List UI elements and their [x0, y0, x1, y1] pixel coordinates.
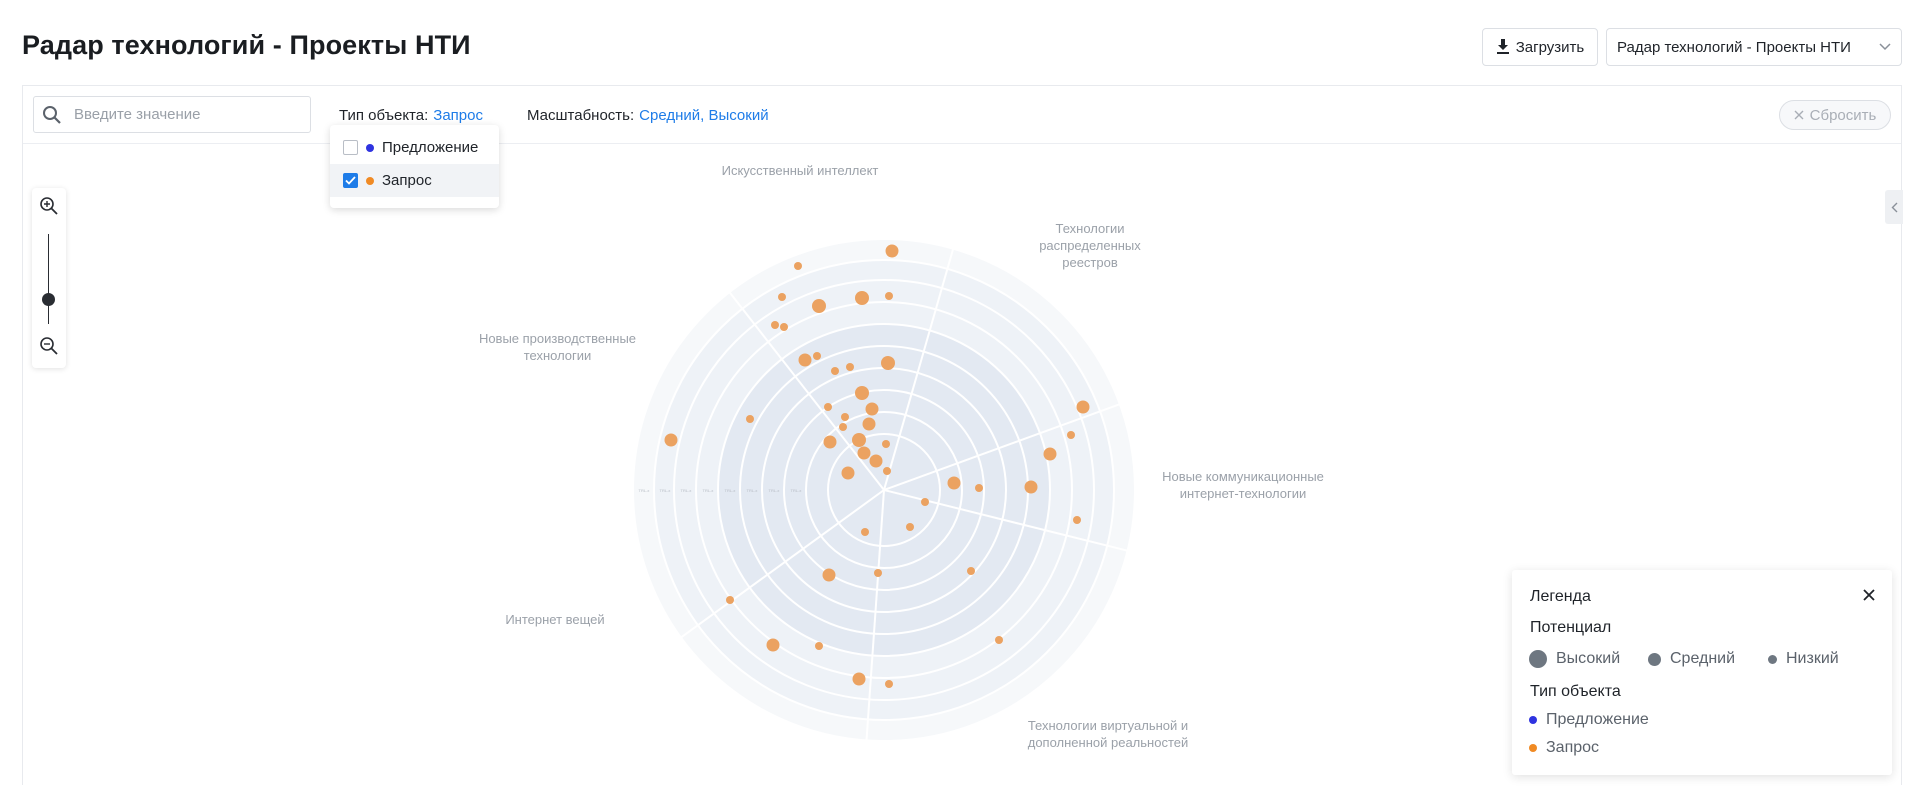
- legend-type-proposal: Предложение: [1529, 711, 1649, 729]
- radar-data-point: [947, 476, 961, 490]
- sector-label-distributed-ledger: Технологии распределенных реестров: [1039, 221, 1141, 270]
- radar-data-point: [794, 262, 802, 270]
- radar-data-point: [664, 433, 678, 447]
- legend-item-label: Высокий: [1556, 650, 1621, 667]
- request-dot: [366, 176, 374, 185]
- legend-proposal-dot: [1529, 716, 1537, 724]
- sector-label-communication: Новые коммуникационные интернет-технолог…: [1162, 469, 1324, 501]
- radar-data-point: [852, 672, 866, 686]
- legend-marker-medium: [1648, 652, 1661, 666]
- legend-item-label: Предложение: [1546, 711, 1649, 728]
- ring-tick-label: TRL-x: [681, 488, 692, 493]
- radar-data-point: [823, 435, 837, 449]
- legend-potential-high: Высокий: [1529, 650, 1620, 668]
- ring-tick-label: TRL-x: [660, 488, 671, 493]
- ring-tick-label: TRL-x: [791, 488, 802, 493]
- zoom-slider-thumb[interactable]: [42, 293, 55, 306]
- legend-item-label: Средний: [1670, 650, 1736, 667]
- radar-data-point: [1073, 516, 1081, 524]
- radar-data-point: [771, 321, 779, 329]
- legend-type-request: Запрос: [1529, 739, 1599, 757]
- radar-data-point: [865, 402, 879, 416]
- radar-data-point: [862, 417, 876, 431]
- radar-data-point: [885, 292, 893, 300]
- radar-data-point: [883, 467, 891, 475]
- legend-marker-large: [1529, 650, 1547, 668]
- legend-item-label: Запрос: [1546, 739, 1600, 756]
- radar-data-point: [846, 363, 854, 371]
- legend-request-dot: [1529, 744, 1537, 752]
- legend-type-title: Тип объекта: [1530, 683, 1621, 700]
- checkmark-icon: [345, 176, 356, 185]
- radar-data-point: [869, 454, 883, 468]
- radar-data-point: [885, 680, 893, 688]
- radar-data-point: [885, 244, 899, 258]
- zoom-control: [32, 188, 66, 368]
- sector-label-ai: Искусственный интеллект: [721, 163, 879, 178]
- checkbox[interactable]: [343, 140, 358, 155]
- radar-data-point: [975, 484, 983, 492]
- radar-data-point: [841, 466, 855, 480]
- ring-tick-label: TRL-x: [747, 488, 758, 493]
- radar-data-point: [726, 596, 734, 604]
- radar-data-point: [874, 569, 882, 577]
- ring-tick-label: TRL-x: [703, 488, 714, 493]
- dropdown-option-label: Предложение: [382, 139, 479, 156]
- radar-data-point: [1076, 400, 1090, 414]
- radar-data-point: [855, 291, 869, 305]
- radar-data-point: [1024, 480, 1038, 494]
- radar-data-point: [857, 446, 871, 460]
- sector-label-vr-ar: Технологии виртуальной и дополненной реа…: [1027, 718, 1189, 750]
- legend-potential-title: Потенциал: [1530, 619, 1612, 636]
- legend-potential-medium: Средний: [1648, 650, 1735, 668]
- radar-data-point: [831, 367, 839, 375]
- radar-data-point: [967, 567, 975, 575]
- radar-data-point: [841, 413, 849, 421]
- radar-data-point: [798, 353, 812, 367]
- radar-data-point: [766, 638, 780, 652]
- legend-marker-small: [1768, 654, 1777, 664]
- radar-data-point: [815, 642, 823, 650]
- dropdown-option-request[interactable]: Запрос: [330, 164, 499, 197]
- legend-panel: Легенда Потенциал Высокий Средний Низкий…: [1512, 570, 1892, 775]
- ring-tick-label: TRL-x: [769, 488, 780, 493]
- radar-data-point: [1043, 447, 1057, 461]
- radar-data-point: [746, 415, 754, 423]
- legend-item-label: Низкий: [1786, 650, 1839, 667]
- sector-label-manufacturing: Новые производственные технологии: [478, 331, 637, 363]
- radar-data-point: [780, 323, 788, 331]
- object-type-dropdown: Предложение Запрос: [330, 125, 499, 208]
- radar-data-point: [881, 356, 895, 370]
- panel-collapse-toggle[interactable]: [1885, 190, 1903, 224]
- radar-data-point: [852, 433, 866, 447]
- zoom-out-icon[interactable]: [39, 336, 59, 356]
- radar-data-point: [813, 352, 821, 360]
- close-icon[interactable]: [1862, 588, 1876, 602]
- radar-data-point: [1067, 431, 1075, 439]
- ring-tick-label: TRL-x: [725, 488, 736, 493]
- zoom-in-icon[interactable]: [39, 196, 59, 216]
- radar-data-point: [921, 498, 929, 506]
- ring-tick-label: TRL-x: [639, 488, 650, 493]
- dropdown-option-proposal[interactable]: Предложение: [330, 131, 499, 164]
- radar-data-point: [839, 423, 847, 431]
- dropdown-option-label: Запрос: [382, 172, 432, 189]
- radar-data-point: [812, 299, 826, 313]
- radar-data-point: [861, 528, 869, 536]
- sector-label-iot: Интернет вещей: [505, 612, 605, 627]
- checkbox-checked[interactable]: [343, 173, 358, 188]
- radar-data-point: [855, 386, 869, 400]
- chevron-left-icon: [1891, 202, 1897, 212]
- radar-data-point: [824, 403, 832, 411]
- zoom-slider-track[interactable]: [48, 234, 49, 324]
- radar-data-point: [778, 293, 786, 301]
- proposal-dot: [366, 143, 374, 152]
- radar-data-point: [882, 440, 890, 448]
- radar-data-point: [995, 636, 1003, 644]
- legend-potential-low: Низкий: [1768, 650, 1839, 668]
- radar-data-point: [906, 523, 914, 531]
- legend-title: Легенда: [1530, 588, 1591, 605]
- radar-data-point: [822, 568, 836, 582]
